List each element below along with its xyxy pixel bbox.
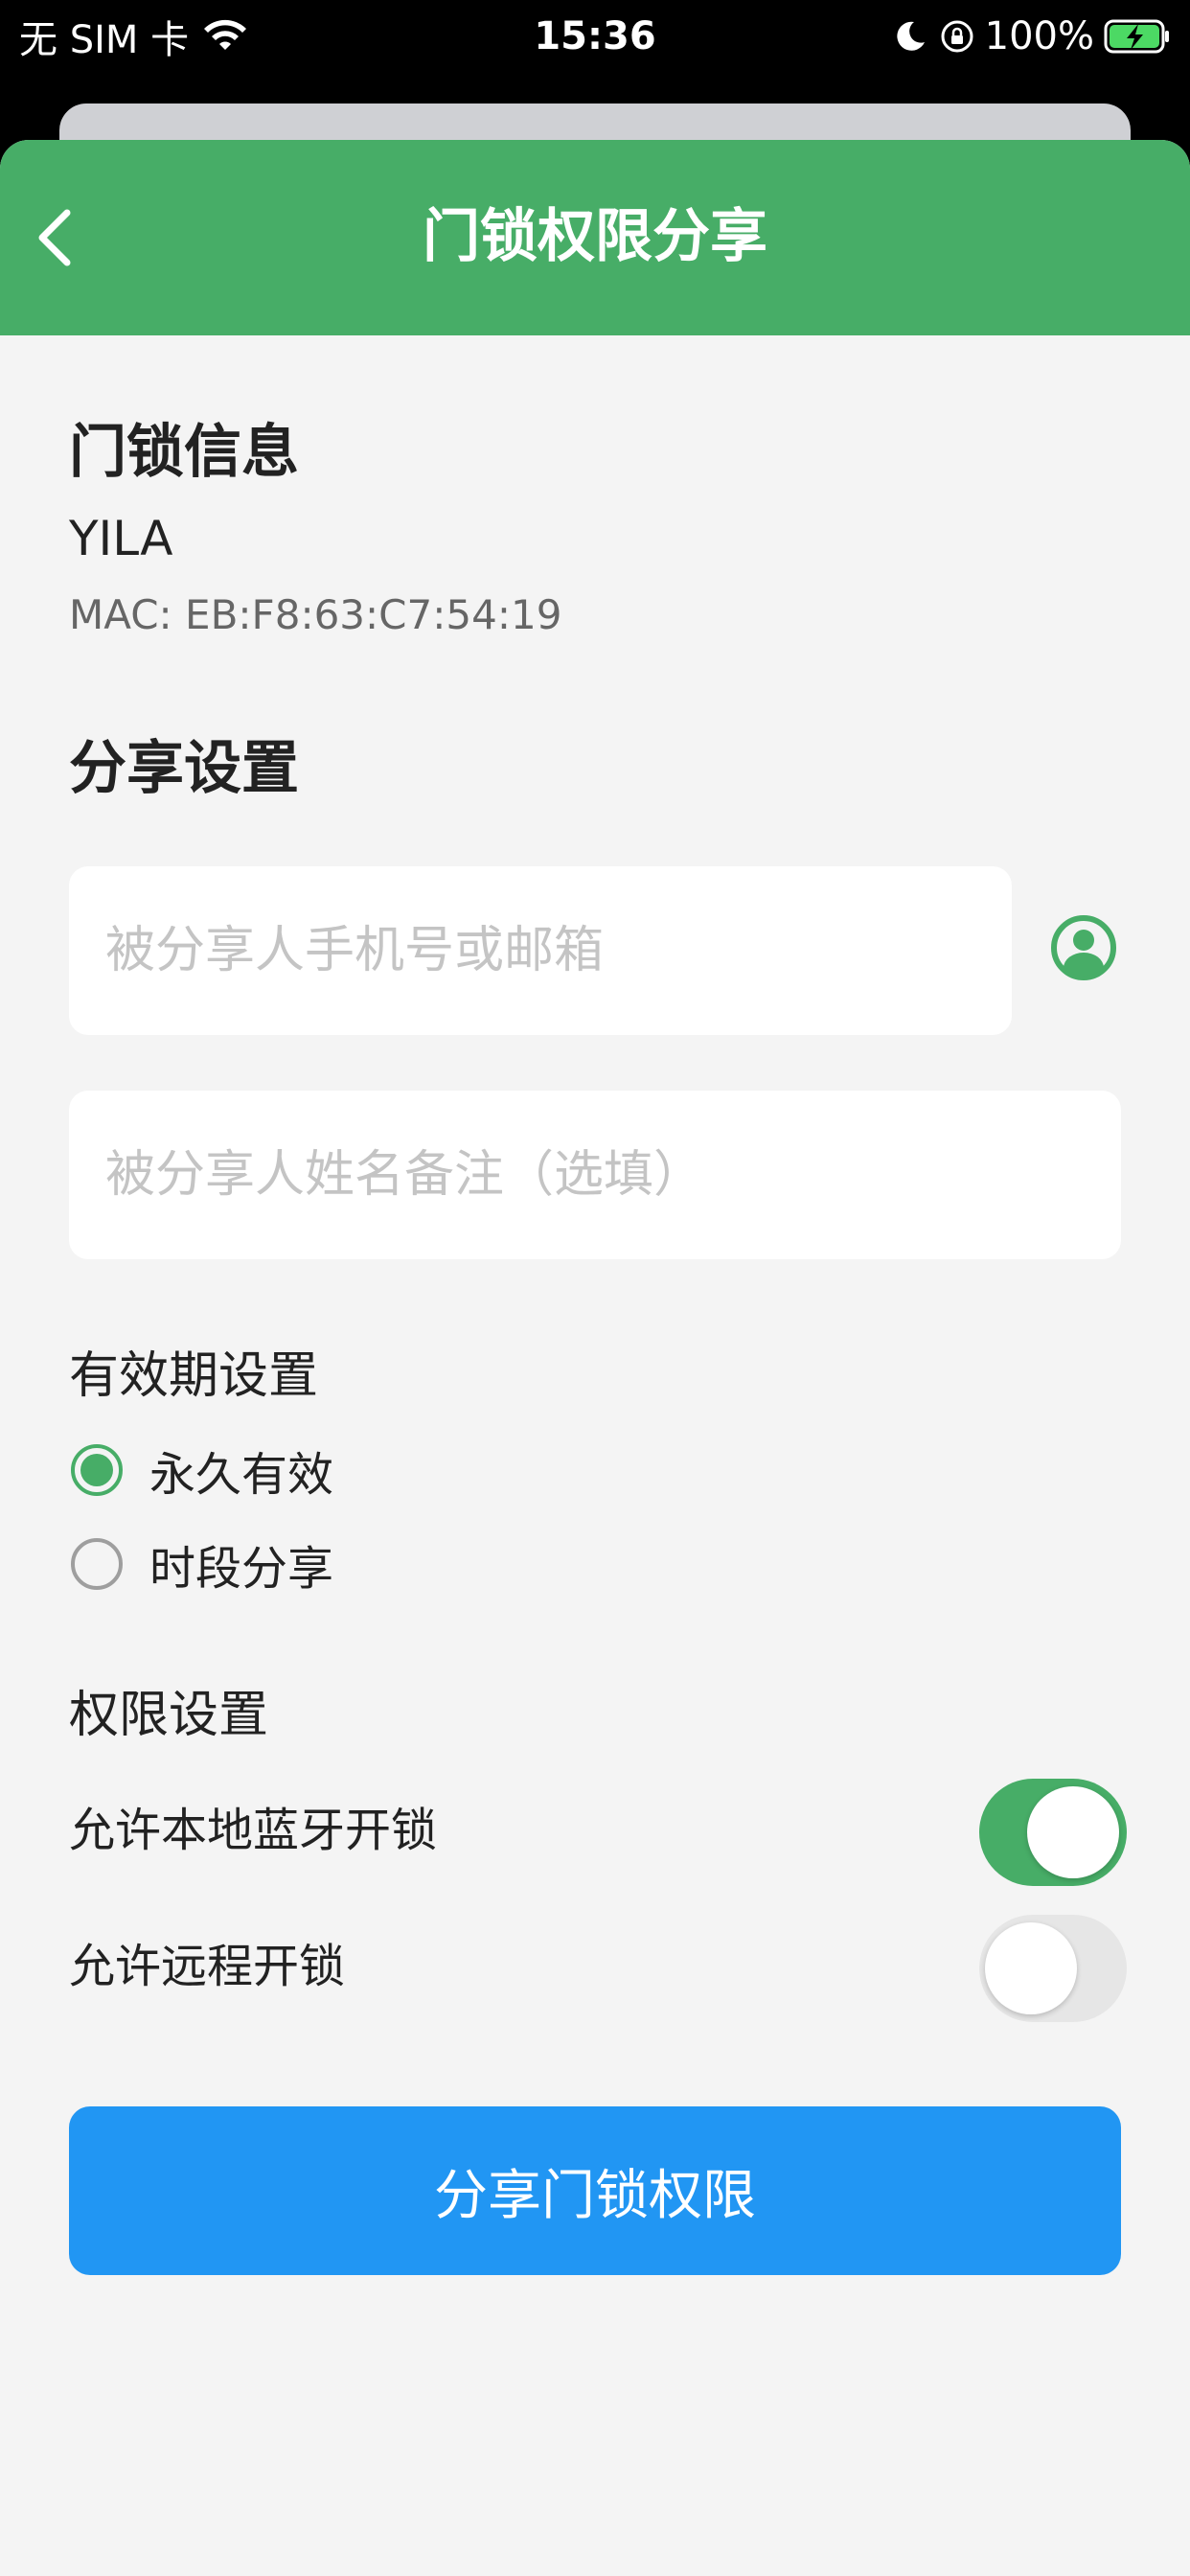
orientation-lock-icon bbox=[941, 20, 973, 53]
moon-icon bbox=[896, 21, 925, 51]
toggle-knob bbox=[985, 1922, 1077, 2014]
bluetooth-unlock-toggle[interactable] bbox=[979, 1779, 1127, 1886]
phone-email-field[interactable] bbox=[69, 866, 1012, 1035]
lock-mac: MAC: EB:F8:63:C7:54:19 bbox=[69, 591, 562, 638]
share-settings-title: 分享设置 bbox=[69, 735, 299, 802]
share-sheet: 门锁权限分享 门锁信息 YILA MAC: EB:F8:63:C7:54:19 … bbox=[0, 140, 1190, 2576]
permission-label: 权限设置 bbox=[69, 1687, 269, 1744]
remote-unlock-toggle[interactable] bbox=[979, 1915, 1127, 2022]
bluetooth-unlock-label: 允许本地蓝牙开锁 bbox=[69, 1804, 438, 1857]
status-bar: 无 SIM 卡 15:36 100% bbox=[0, 0, 1190, 73]
contact-picker-icon[interactable] bbox=[1050, 914, 1117, 981]
toggle-knob bbox=[1027, 1786, 1119, 1878]
battery-percent: 100% bbox=[984, 14, 1094, 58]
name-note-field[interactable] bbox=[69, 1091, 1121, 1259]
radio-period-button[interactable] bbox=[71, 1538, 123, 1590]
nav-bar: 门锁权限分享 bbox=[0, 140, 1190, 335]
radio-permanent-label: 永久有效 bbox=[149, 1448, 334, 1502]
radio-permanent[interactable]: 永久有效 bbox=[71, 1439, 334, 1502]
radio-period-label: 时段分享 bbox=[149, 1542, 334, 1596]
radio-permanent-button[interactable] bbox=[71, 1444, 123, 1496]
validity-label: 有效期设置 bbox=[69, 1347, 319, 1405]
lock-name: YILA bbox=[69, 511, 173, 566]
status-right: 100% bbox=[893, 12, 1171, 61]
name-note-input[interactable] bbox=[105, 1146, 1121, 1204]
share-lock-button[interactable]: 分享门锁权限 bbox=[69, 2106, 1121, 2275]
radio-period[interactable]: 时段分享 bbox=[71, 1533, 334, 1596]
lock-info-title: 门锁信息 bbox=[69, 419, 299, 486]
remote-unlock-label: 允许远程开锁 bbox=[69, 1940, 346, 1993]
phone-email-input[interactable] bbox=[105, 922, 1012, 979]
page-title: 门锁权限分享 bbox=[423, 203, 767, 270]
battery-charging-icon bbox=[1104, 19, 1169, 54]
